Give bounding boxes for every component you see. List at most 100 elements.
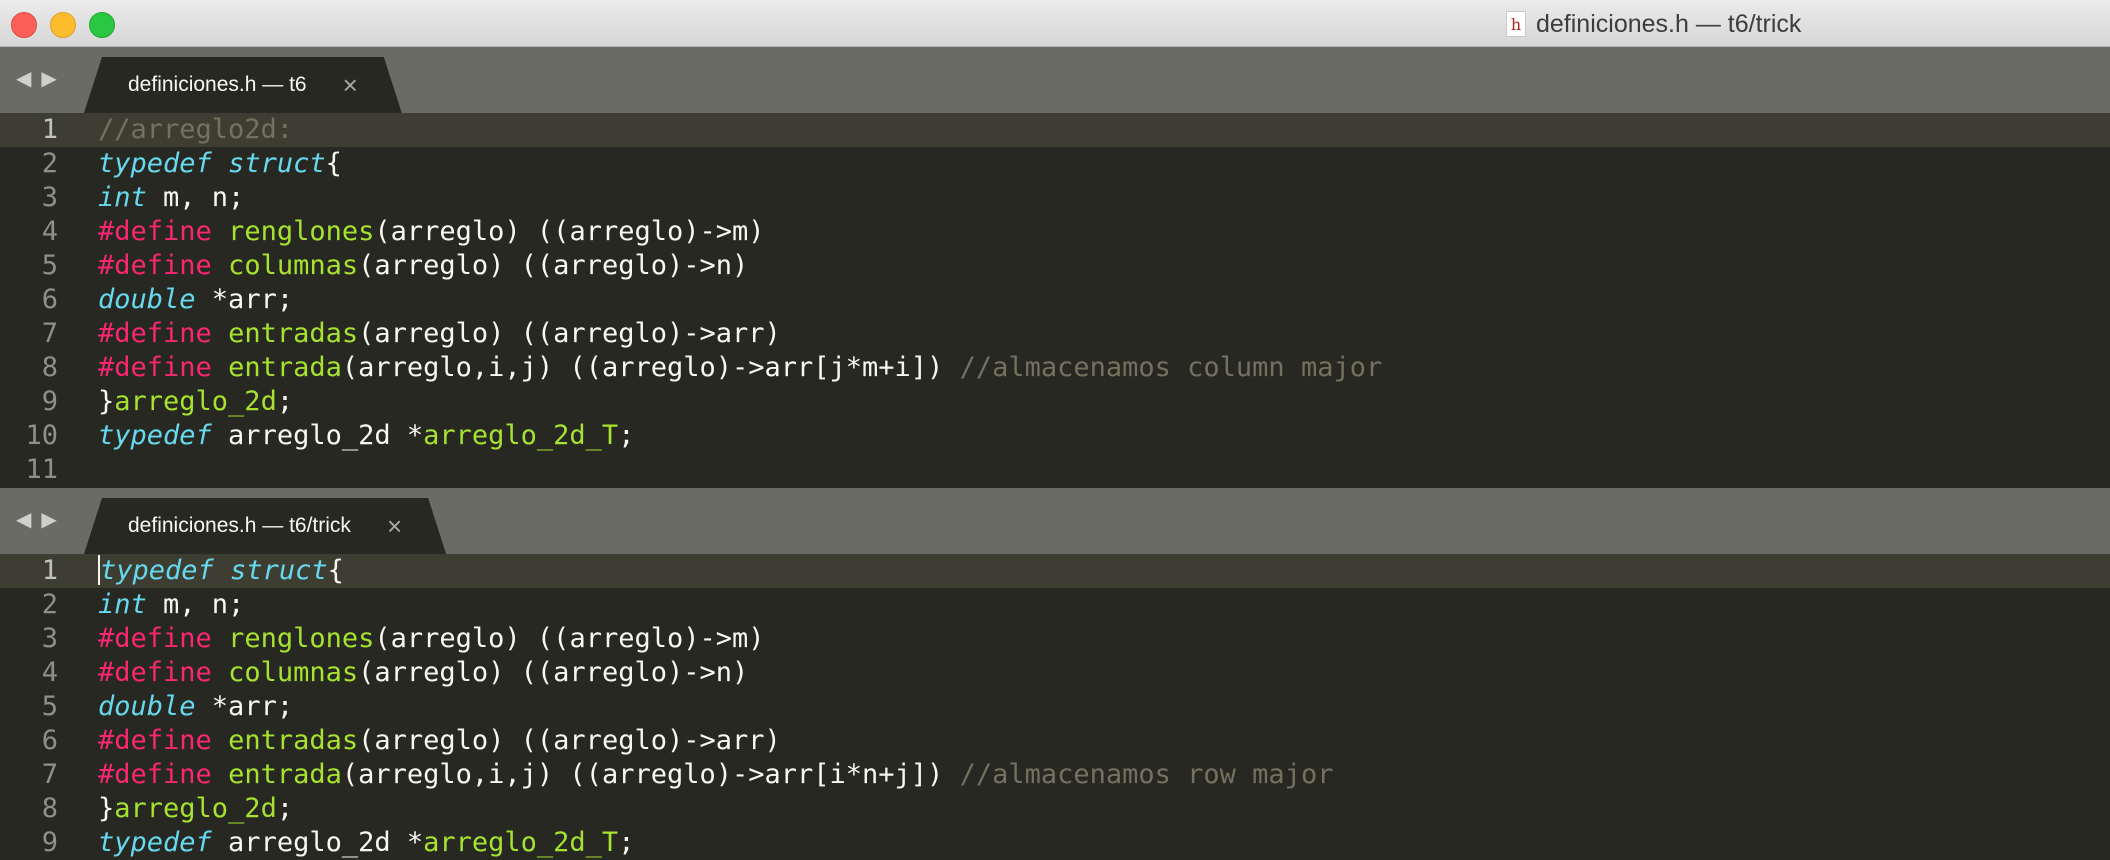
code-line[interactable]: 7 #define entrada(arreglo,i,j) ((arreglo)… <box>0 758 2110 792</box>
nav-forward-icon[interactable]: ▶ <box>41 510 56 530</box>
code-token: columnas <box>228 657 359 688</box>
tab-definiciones-t6[interactable]: definiciones.h — t6 × <box>84 57 402 113</box>
code-token: (arreglo) ((arreglo)->m) <box>374 216 765 247</box>
code-line[interactable]: 3 int m, n; <box>0 181 2110 215</box>
code-token: #define <box>98 725 212 756</box>
code-token: (arreglo) ((arreglo)->arr) <box>358 725 781 756</box>
minimize-window-button[interactable] <box>50 12 76 38</box>
nav-forward-icon[interactable]: ▶ <box>41 69 56 89</box>
code-token: //arreglo2d: <box>98 114 294 145</box>
code-token: #define <box>98 216 212 247</box>
code-token: arreglo_2d_T <box>423 420 619 451</box>
code-token: (arreglo) ((arreglo)->m) <box>374 623 765 654</box>
code-token: m, n; <box>146 182 245 213</box>
tab-label: definiciones.h — t6 <box>128 73 307 96</box>
code-token: ; <box>618 827 635 858</box>
code-token: ; <box>276 386 294 417</box>
code-line[interactable]: 1 //arreglo2d: <box>0 113 2110 147</box>
line-number: 1 <box>41 555 58 586</box>
code-token: { <box>325 148 342 179</box>
code-token: typedef <box>98 827 212 858</box>
tab-navigation: ◀ ▶ <box>16 510 57 530</box>
code-token: { <box>327 555 344 586</box>
code-token: arreglo_2d <box>114 793 277 824</box>
code-line[interactable]: 3 #define renglones(arreglo) ((arreglo)->… <box>0 622 2110 656</box>
code-line[interactable]: 7 #define entradas(arreglo) ((arreglo)->a… <box>0 317 2110 351</box>
line-content: #define columnas(arreglo) ((arreglo)->n) <box>98 249 748 283</box>
window-title: h definiciones.h — t6/trick <box>1506 9 1801 39</box>
code-line[interactable]: 4 #define columnas(arreglo) ((arreglo)->n… <box>0 656 2110 690</box>
code-line[interactable]: 8 #define entrada(arreglo,i,j) ((arreglo)… <box>0 351 2110 385</box>
line-content: #define renglones(arreglo) ((arreglo)->m… <box>98 215 765 249</box>
line-number: 6 <box>41 725 58 756</box>
line-content: }arreglo_2d; <box>98 792 293 826</box>
code-line[interactable]: 6 #define entradas(arreglo) ((arreglo)->a… <box>0 724 2110 758</box>
code-line[interactable]: 1 typedef struct{ <box>0 554 2110 588</box>
close-window-button[interactable] <box>11 12 37 38</box>
code-line[interactable]: 5 double *arr; <box>0 690 2110 724</box>
nav-back-icon[interactable]: ◀ <box>16 510 31 530</box>
code-token: #define <box>98 623 212 654</box>
maximize-window-button[interactable] <box>89 12 115 38</box>
editor-pane-top: ◀ ▶ definiciones.h — t6 × 1//arreglo2d: 2… <box>0 47 2110 487</box>
code-line[interactable]: 10 typedef arreglo_2d *arreglo_2d_T; <box>0 419 2110 453</box>
code-token: } <box>98 386 115 417</box>
tab-bar: ◀ ▶ definiciones.h — t6 × <box>0 47 2110 113</box>
code-token: struct <box>228 148 326 179</box>
line-content: typedef arreglo_2d *arreglo_2d_T; <box>98 826 634 860</box>
code-token: entradas <box>228 318 359 349</box>
line-content: int m, n; <box>98 181 244 215</box>
code-token: ; <box>618 420 635 451</box>
code-token: #define <box>98 759 212 790</box>
code-line[interactable]: 5 #define columnas(arreglo) ((arreglo)->n… <box>0 249 2110 283</box>
code-token: #define <box>98 657 212 688</box>
line-number: 7 <box>41 318 58 349</box>
tab-close-icon[interactable]: × <box>343 75 358 95</box>
code-token: arreglo_2d * <box>211 420 424 451</box>
code-token: (arreglo) ((arreglo)->arr) <box>358 318 781 349</box>
code-line[interactable]: 8 }arreglo_2d; <box>0 792 2110 826</box>
code-line[interactable]: 9 typedef arreglo_2d *arreglo_2d_T; <box>0 826 2110 860</box>
code-line[interactable]: 9}arreglo_2d; <box>0 385 2110 419</box>
line-number: 9 <box>41 827 58 858</box>
code-token: arreglo_2d <box>114 386 277 417</box>
code-line[interactable]: 6 double *arr; <box>0 283 2110 317</box>
tab-close-icon[interactable]: × <box>387 516 402 536</box>
code-line[interactable]: 4 #define renglones(arreglo) ((arreglo)->… <box>0 215 2110 249</box>
line-number: 8 <box>41 793 58 824</box>
code-token: int <box>98 589 147 620</box>
code-token: (arreglo) ((arreglo)->n) <box>358 657 749 688</box>
editor-pane-bottom: ◀ ▶ definiciones.h — t6/trick × 1 typedef… <box>0 488 2110 858</box>
code-area[interactable]: 1//arreglo2d: 2 typedef struct{3 int m, n; 4… <box>0 113 2110 487</box>
line-content: //arreglo2d: <box>98 113 293 147</box>
code-line[interactable]: 2 typedef struct{ <box>0 147 2110 181</box>
code-token: ; <box>276 793 294 824</box>
line-number: 5 <box>41 250 58 281</box>
code-token: (arreglo,i,j) ((arreglo)->arr[j*m+i]) <box>341 352 960 383</box>
line-content: #define entrada(arreglo,i,j) ((arreglo)-… <box>98 351 1382 385</box>
line-number: 3 <box>41 182 58 213</box>
code-token: renglones <box>228 623 375 654</box>
nav-back-icon[interactable]: ◀ <box>16 69 31 89</box>
line-content: typedef arreglo_2d *arreglo_2d_T; <box>98 419 634 453</box>
window-title-text: definiciones.h — t6/trick <box>1536 9 1802 38</box>
line-number: 2 <box>41 148 58 179</box>
code-line[interactable]: 2 int m, n; <box>0 588 2110 622</box>
line-number: 4 <box>41 216 58 247</box>
line-number: 4 <box>41 657 58 688</box>
code-token: //almacenamos column major <box>959 352 1383 383</box>
code-area[interactable]: 1 typedef struct{2 int m, n; 3 #define rengl… <box>0 554 2110 860</box>
line-content: }arreglo_2d; <box>98 385 293 419</box>
code-token: entrada <box>228 759 342 790</box>
line-content: #define renglones(arreglo) ((arreglo)->m… <box>98 622 765 656</box>
line-number: 11 <box>25 454 58 485</box>
tab-definiciones-t6-trick[interactable]: definiciones.h — t6/trick × <box>84 498 446 554</box>
code-token: double <box>98 691 196 722</box>
code-line[interactable]: 11 <box>0 453 2110 487</box>
